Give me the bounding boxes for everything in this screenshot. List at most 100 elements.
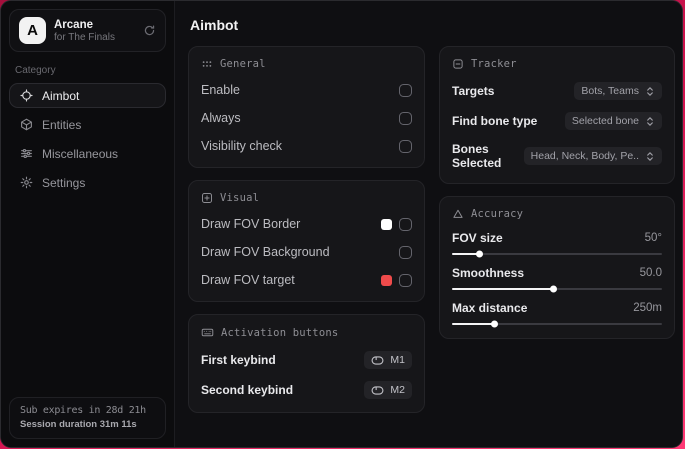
setting-label: First keybind: [201, 353, 276, 367]
gear-icon: [20, 176, 33, 189]
keyboard-icon: [201, 326, 214, 339]
smoothness-slider[interactable]: [452, 285, 662, 293]
main-content: Aimbot General Enable Always Visibility …: [175, 1, 682, 447]
brand-subtitle: for The Finals: [54, 31, 115, 43]
targets-dropdown[interactable]: Bots, Teams: [574, 82, 662, 100]
app-logo: A: [19, 17, 46, 44]
setting-row-bones-selected: Bones Selected Head, Neck, Body, Pe..: [452, 142, 662, 170]
sidebar-item-entities[interactable]: Entities: [9, 112, 166, 137]
sidebar-nav: Aimbot Entities Miscellaneous Settings: [9, 83, 166, 195]
setting-label: Visibility check: [201, 139, 283, 153]
setting-label: Targets: [452, 84, 495, 98]
setting-row-second-keybind: Second keybind M2: [201, 381, 412, 399]
fov-size-value: 50°: [644, 232, 662, 244]
slider-thumb[interactable]: [476, 250, 484, 258]
brand-card: A Arcane for The Finals: [9, 9, 166, 52]
smoothness-setting: Smoothness 50.0: [452, 266, 662, 293]
keybind-value: M2: [390, 384, 405, 396]
setting-row-draw-fov-background: Draw FOV Background: [201, 244, 412, 260]
brand-name: Arcane: [54, 18, 93, 31]
setting-row-targets: Targets Bots, Teams: [452, 82, 662, 100]
panel-activation-header: Activation buttons: [201, 326, 412, 339]
sidebar-item-settings[interactable]: Settings: [9, 170, 166, 195]
page-title: Aimbot: [190, 17, 239, 33]
sidebar-item-label: Entities: [42, 117, 82, 132]
fov-border-color-swatch[interactable]: [381, 218, 392, 230]
setting-label: Draw FOV target: [201, 273, 295, 287]
setting-label: Max distance: [452, 301, 528, 315]
keybind-value: M1: [390, 354, 405, 366]
setting-label: Draw FOV Border: [201, 217, 301, 231]
unfold-icon: [645, 116, 655, 127]
cube-icon: [20, 118, 33, 131]
panel-title: Accuracy: [471, 208, 524, 220]
second-keybind-button[interactable]: M2: [364, 381, 412, 399]
max-distance-slider[interactable]: [452, 320, 662, 328]
session-duration-text: Session duration 31m 11s: [20, 419, 137, 430]
dropdown-value: Selected bone: [571, 115, 639, 127]
unfold-icon: [645, 151, 655, 162]
panel-accuracy-header: Accuracy: [452, 208, 662, 220]
smoothness-value: 50.0: [639, 267, 662, 279]
setting-row-always: Always: [201, 110, 412, 126]
setting-row-first-keybind: First keybind M1: [201, 351, 412, 369]
subscription-card: Sub expires in 28d 21h Session duration …: [9, 397, 166, 439]
sidebar-item-label: Settings: [42, 175, 86, 190]
setting-label: FOV size: [452, 231, 503, 245]
panel-tracker: Tracker Targets Bots, Teams Find bone ty…: [439, 46, 675, 184]
fov-size-slider[interactable]: [452, 250, 662, 258]
setting-row-enable: Enable: [201, 82, 412, 98]
sidebar-item-aimbot[interactable]: Aimbot: [9, 83, 166, 108]
slider-thumb[interactable]: [491, 320, 498, 328]
setting-row-visibility-check: Visibility check: [201, 138, 412, 154]
find-bone-type-dropdown[interactable]: Selected bone: [564, 112, 662, 130]
panel-title: Visual: [220, 192, 260, 204]
sliders-icon: [20, 147, 33, 160]
panel-title: Tracker: [471, 58, 517, 70]
sidebar-item-miscellaneous[interactable]: Miscellaneous: [9, 141, 166, 166]
slider-thumb[interactable]: [549, 285, 557, 293]
right-column: Tracker Targets Bots, Teams Find bone ty…: [439, 46, 675, 339]
fov-size-setting: FOV size 50°: [452, 231, 662, 258]
setting-label: Find bone type: [452, 114, 538, 128]
panel-title: General: [220, 58, 266, 70]
unfold-icon: [645, 86, 655, 97]
enable-checkbox[interactable]: [399, 83, 412, 97]
panel-general: General Enable Always Visibility check: [188, 46, 425, 168]
sub-expiry-text: Sub expires in 28d 21h: [20, 405, 146, 416]
bones-selected-dropdown[interactable]: Head, Neck, Body, Pe..: [523, 147, 662, 165]
category-label: Category: [15, 65, 56, 76]
visibility-check-checkbox[interactable]: [399, 139, 412, 153]
setting-label: Always: [201, 111, 241, 125]
panel-accuracy: Accuracy FOV size 50° Smoothness 50.0 Ma…: [439, 196, 675, 339]
first-keybind-button[interactable]: M1: [364, 351, 412, 369]
sidebar-item-label: Miscellaneous: [42, 146, 119, 161]
app-window: A Arcane for The Finals Category Aimbot …: [0, 0, 683, 448]
max-distance-setting: Max distance 250m: [452, 301, 662, 328]
fov-target-color-swatch[interactable]: [381, 274, 392, 286]
setting-label: Bones Selected: [452, 142, 502, 170]
dropdown-value: Head, Neck, Body, Pe..: [530, 150, 639, 162]
draw-fov-border-checkbox[interactable]: [399, 217, 412, 231]
mouse-icon: [371, 385, 384, 395]
draw-fov-target-checkbox[interactable]: [399, 273, 412, 287]
draw-fov-background-checkbox[interactable]: [399, 245, 412, 259]
crosshair-icon: [20, 89, 33, 102]
panel-visual: Visual Draw FOV Border Draw FOV Backgrou…: [188, 180, 425, 302]
dropdown-value: Bots, Teams: [581, 85, 639, 97]
always-checkbox[interactable]: [399, 111, 412, 125]
setting-label: Smoothness: [452, 266, 525, 280]
left-column: General Enable Always Visibility check V…: [188, 46, 425, 413]
mouse-icon: [371, 355, 384, 365]
triangle-icon: [452, 208, 464, 220]
panel-title: Activation buttons: [221, 326, 339, 339]
panel-visual-header: Visual: [201, 192, 412, 204]
grid-icon: [201, 58, 213, 70]
brand-text: Arcane for The Finals: [54, 19, 135, 43]
panel-tracker-header: Tracker: [452, 58, 662, 70]
refresh-icon[interactable]: [143, 24, 156, 37]
sidebar-item-label: Aimbot: [42, 88, 80, 103]
panel-activation-buttons: Activation buttons First keybind M1 Seco…: [188, 314, 425, 413]
setting-label: Draw FOV Background: [201, 245, 330, 259]
plus-box-icon: [201, 192, 213, 204]
